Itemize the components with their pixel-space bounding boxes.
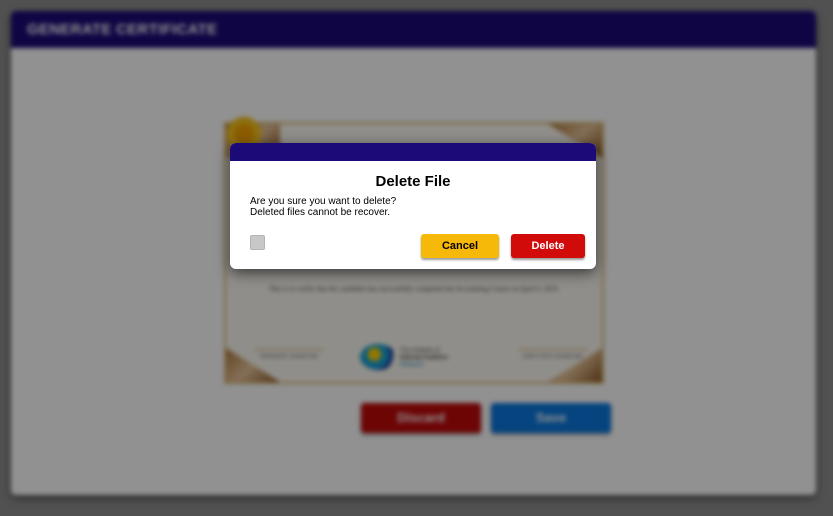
- delete-file-dialog: Delete File Are you sure you want to del…: [230, 143, 596, 269]
- dialog-checkbox[interactable]: [250, 235, 265, 250]
- dialog-title: Delete File: [375, 173, 451, 190]
- dialog-header-bar: [230, 143, 596, 161]
- dialog-message-line: Are you sure you want to delete?: [250, 196, 397, 207]
- dialog-message: Are you sure you want to delete? Deleted…: [250, 196, 396, 218]
- dialog-message-line: Deleted files cannot be recover.: [250, 207, 391, 218]
- delete-button[interactable]: Delete: [511, 234, 585, 258]
- cancel-button[interactable]: Cancel: [421, 234, 499, 258]
